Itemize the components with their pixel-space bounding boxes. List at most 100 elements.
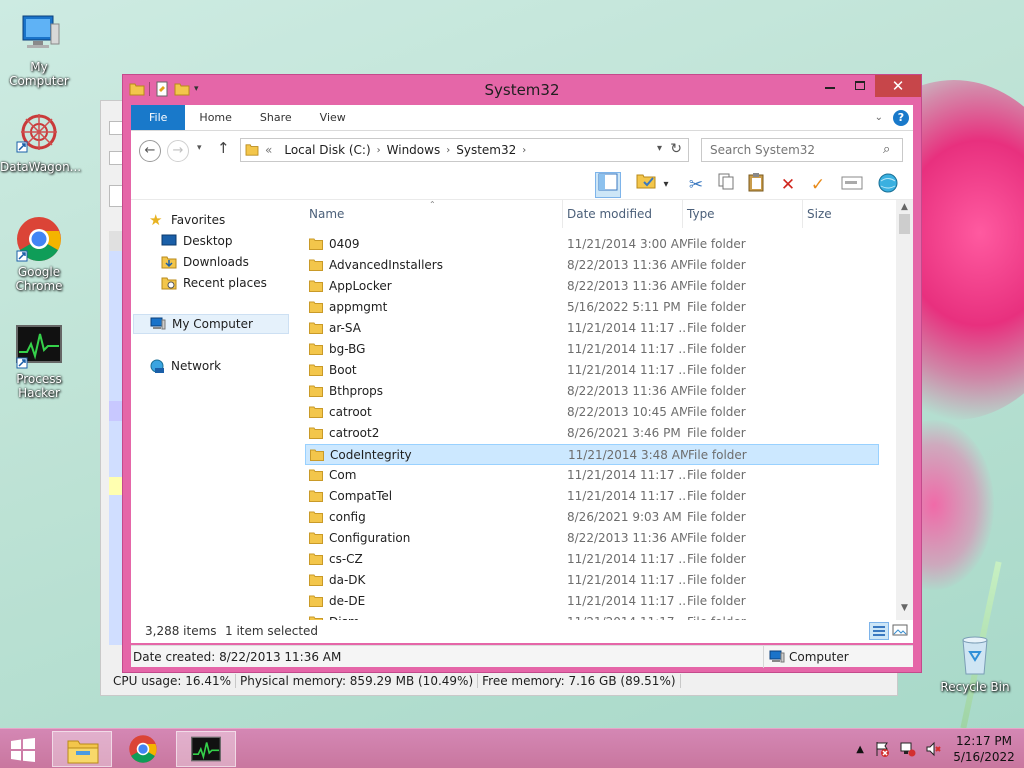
refresh-icon[interactable]: ↻ — [670, 141, 682, 157]
copy-button[interactable] — [713, 172, 739, 198]
system-tray: ▲ 12:17 PM 5/16/2022 — [856, 729, 1016, 768]
nav-desktop[interactable]: Desktop — [161, 231, 233, 251]
title-bar[interactable]: ▾ System32 ✕ — [123, 75, 921, 105]
nav-network[interactable]: Network — [149, 356, 221, 376]
up-button[interactable]: ↑ — [217, 139, 230, 157]
volume-muted-icon[interactable] — [926, 741, 942, 757]
nav-downloads[interactable]: Downloads — [161, 252, 249, 272]
toolbar-dropdown-icon[interactable]: ▾ — [659, 172, 673, 198]
address-segment-system32[interactable]: System32 — [456, 143, 516, 157]
file-row[interactable]: AppLocker 8/22/2013 11:36 AM File folder — [305, 276, 879, 297]
start-button[interactable] — [10, 738, 36, 762]
rename-button[interactable] — [839, 172, 865, 198]
desktop-icon-recycle-bin[interactable]: Recycle Bin — [936, 630, 1014, 694]
file-row[interactable]: 0409 11/21/2014 3:00 AM File folder — [305, 234, 879, 255]
expand-ribbon-icon[interactable]: ⌄ — [875, 112, 883, 123]
file-row[interactable]: da-DK 11/21/2014 11:17 ... File folder — [305, 570, 879, 591]
help-icon[interactable]: ? — [893, 109, 909, 126]
tab-file[interactable]: File — [131, 105, 186, 130]
file-row[interactable]: CodeIntegrity 11/21/2014 3:48 AM File fold… — [305, 444, 879, 465]
scroll-down-icon[interactable]: ▼ — [896, 601, 913, 615]
details-view-button[interactable] — [869, 622, 889, 640]
tab-home[interactable]: Home — [185, 105, 245, 130]
file-row[interactable]: config 8/26/2021 9:03 AM File folder — [305, 507, 879, 528]
folder-check-button[interactable] — [633, 172, 659, 198]
address-segment-windows[interactable]: Windows — [387, 143, 441, 157]
desktop-icon-chrome[interactable]: Google Chrome — [0, 215, 78, 293]
file-row[interactable]: appmgmt 5/16/2022 5:11 PM File folder — [305, 297, 879, 318]
chevron-right-icon[interactable]: › — [522, 145, 526, 156]
search-input[interactable] — [701, 138, 903, 162]
delete-icon[interactable]: ✕ — [775, 172, 801, 198]
action-center-icon[interactable] — [874, 741, 890, 757]
file-row[interactable]: catroot2 8/26/2021 3:46 PM File folder — [305, 423, 879, 444]
tab-share[interactable]: Share — [246, 105, 306, 130]
file-row[interactable]: bg-BG 11/21/2014 11:17 ... File folder — [305, 339, 879, 360]
desktop: My Computer DataWagon... Google Chrome P… — [0, 0, 1024, 728]
desktop-icon-my-computer[interactable]: My Computer — [0, 10, 78, 88]
paste-button[interactable] — [743, 172, 769, 198]
taskbar-file-explorer[interactable] — [52, 731, 112, 767]
taskbar-chrome[interactable] — [114, 731, 174, 767]
explorer-window[interactable]: ▾ System32 ✕ File Home Share View ⌄ ? ← … — [122, 74, 922, 673]
file-row[interactable]: cs-CZ 11/21/2014 11:17 ... File folder — [305, 549, 879, 570]
folder-icon — [309, 574, 323, 586]
file-row[interactable]: ar-SA 11/21/2014 11:17 ... File folder — [305, 318, 879, 339]
show-hidden-icons[interactable]: ▲ — [856, 744, 864, 755]
scroll-up-icon[interactable]: ▲ — [896, 200, 913, 214]
file-date-modified: 8/26/2021 3:46 PM — [567, 426, 681, 440]
preview-pane-button[interactable] — [595, 172, 621, 198]
file-name: Com — [329, 468, 357, 482]
minimize-button[interactable] — [815, 75, 845, 97]
clock[interactable]: 12:17 PM 5/16/2022 — [952, 733, 1016, 765]
nav-favorites[interactable]: ★ Favorites — [149, 210, 225, 230]
window-title: System32 — [484, 81, 560, 99]
file-type: File folder — [687, 405, 746, 419]
globe-button[interactable] — [875, 172, 901, 198]
maximize-button[interactable] — [845, 75, 875, 97]
file-name: da-DK — [329, 573, 366, 587]
desktop-icon-datawagon[interactable]: DataWagon... — [0, 110, 81, 174]
datawagon-icon — [15, 110, 63, 158]
desktop-icon-process-hacker[interactable]: Process Hacker — [0, 322, 78, 400]
close-button[interactable]: ✕ — [875, 75, 921, 97]
folder-icon — [309, 364, 323, 376]
address-segment-local-disk[interactable]: Local Disk (C:) — [284, 143, 370, 157]
file-row[interactable]: de-DE 11/21/2014 11:17 ... File folder — [305, 591, 879, 612]
file-date-modified: 11/21/2014 11:17 ... — [567, 468, 687, 482]
thumbnail-view-button[interactable] — [891, 622, 911, 640]
column-header-size[interactable]: Size — [803, 200, 883, 228]
taskbar-process-hacker[interactable] — [176, 731, 236, 767]
column-header-name[interactable]: Name — [305, 200, 563, 228]
file-type: File folder — [687, 510, 746, 524]
file-row[interactable]: Bthprops 8/22/2013 11:36 AM File folder — [305, 381, 879, 402]
downloads-icon — [161, 256, 177, 269]
address-bar[interactable]: « Local Disk (C:) › Windows › System32 ›… — [240, 138, 689, 162]
checkmark-icon[interactable]: ✓ — [805, 172, 831, 198]
selection-count: 1 item selected — [225, 624, 319, 638]
chevron-right-icon[interactable]: › — [377, 145, 381, 156]
forward-button[interactable]: → — [167, 140, 189, 162]
vertical-scrollbar[interactable]: ▲ ▼ — [896, 200, 913, 643]
chevron-right-icon[interactable]: › — [446, 145, 450, 156]
address-overflow[interactable]: « — [265, 143, 272, 157]
column-header-date[interactable]: Date modified — [563, 200, 683, 228]
nav-recent-places[interactable]: Recent places — [161, 273, 267, 293]
nav-my-computer[interactable]: My Computer — [133, 314, 289, 334]
file-row[interactable]: Boot 11/21/2014 11:17 ... File folder — [305, 360, 879, 381]
address-dropdown-icon[interactable]: ▾ — [657, 143, 662, 154]
file-row[interactable]: AdvancedInstallers 8/22/2013 11:36 AM File… — [305, 255, 879, 276]
scroll-thumb[interactable] — [899, 214, 910, 234]
network-status-icon[interactable] — [900, 741, 916, 757]
file-row[interactable]: catroot 8/22/2013 10:45 AM File folder — [305, 402, 879, 423]
file-row[interactable]: Com 11/21/2014 11:17 ... File folder — [305, 465, 879, 486]
file-type: File folder — [687, 258, 746, 272]
file-row[interactable]: CompatTel 11/21/2014 11:17 ... File folder — [305, 486, 879, 507]
tab-view[interactable]: View — [306, 105, 360, 130]
recent-locations-icon[interactable]: ▾ — [197, 143, 202, 153]
column-header-type[interactable]: Type — [683, 200, 803, 228]
rename-icon — [841, 176, 863, 190]
file-row[interactable]: Configuration 8/22/2013 11:36 AM File fold… — [305, 528, 879, 549]
cut-icon[interactable]: ✂ — [683, 172, 709, 198]
back-button[interactable]: ← — [139, 140, 161, 162]
